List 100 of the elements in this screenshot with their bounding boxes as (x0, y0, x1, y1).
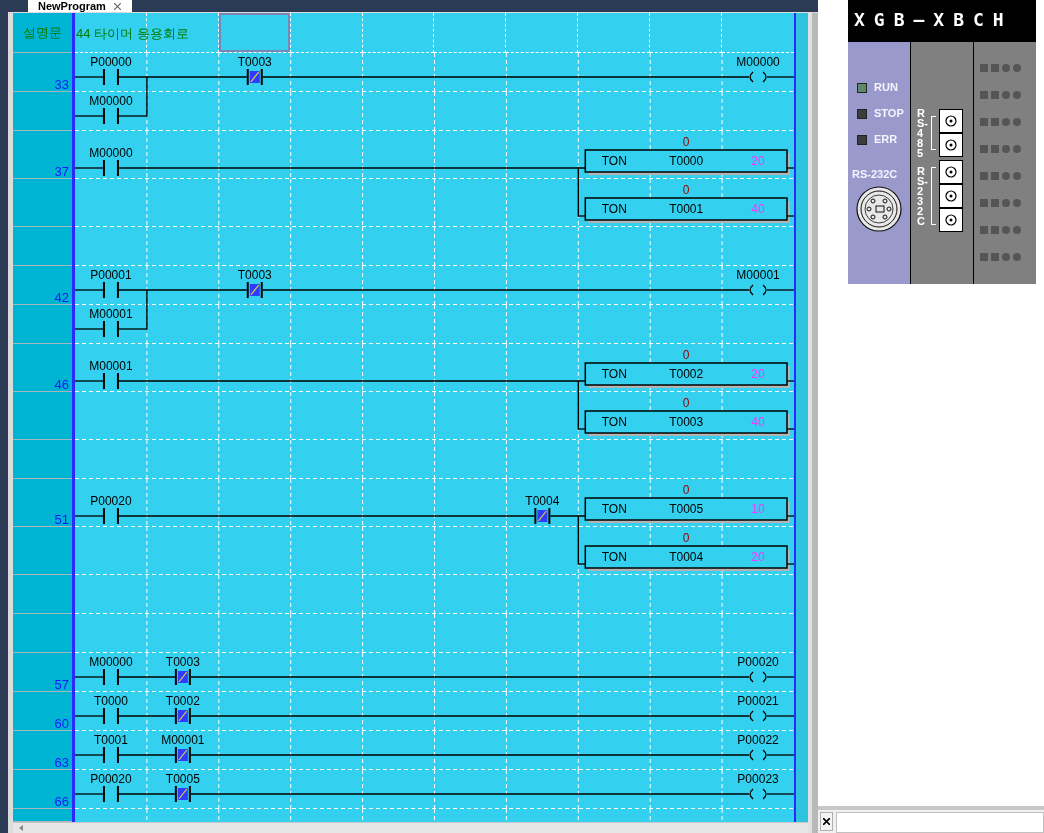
contact-label: P00000 (90, 55, 132, 69)
horizontal-scrollbar[interactable] (13, 822, 808, 833)
editor-margin (796, 13, 808, 53)
timer-address: T0003 (669, 415, 704, 429)
preset-value: 20 (751, 367, 765, 381)
contact-icon (102, 786, 119, 802)
contact-icon (102, 508, 119, 524)
contact-label: P00001 (90, 268, 132, 282)
port-label: RS-485 (917, 108, 928, 158)
coil-label: P00023 (737, 772, 779, 786)
serial-port-icon (856, 186, 902, 232)
model-label: XGB—XBCH (848, 0, 1036, 42)
contact-icon (102, 160, 119, 176)
step-number: 57 (54, 678, 69, 691)
contact-label: T0000 (93, 694, 128, 708)
wire (786, 167, 795, 169)
port-label: RS-232C (852, 169, 899, 180)
coil-label: M00001 (736, 268, 780, 282)
nc-contact-icon (246, 69, 263, 85)
step-cell (13, 575, 72, 614)
current-value: 0 (682, 483, 690, 497)
wire (74, 515, 104, 517)
wire (766, 754, 795, 756)
grid-cell[interactable] (434, 13, 507, 53)
timer-address: T0000 (669, 154, 704, 168)
step-number: 63 (54, 756, 69, 769)
wire (74, 715, 104, 717)
timer-address: T0002 (669, 367, 704, 381)
contact-label: M00001 (89, 359, 133, 373)
wire (74, 289, 104, 291)
contact-icon (102, 282, 119, 298)
wire (786, 428, 795, 430)
nc-contact-icon (174, 786, 191, 802)
coil-icon (749, 71, 767, 83)
contact-label: M00000 (89, 146, 133, 160)
timer-address: T0001 (669, 202, 704, 216)
contact-label: M00001 (161, 733, 205, 747)
step-number: 42 (54, 291, 69, 304)
output-field[interactable] (836, 812, 1044, 833)
tab[interactable]: NewProgram (28, 0, 132, 12)
grid-cell[interactable] (362, 13, 435, 53)
step-number: 33 (54, 78, 69, 91)
nc-contact-icon (174, 669, 191, 685)
bracket-icon (931, 116, 936, 150)
close-icon[interactable] (823, 818, 830, 825)
coil-label: M00000 (736, 55, 780, 69)
wire (766, 76, 795, 78)
grid-cell[interactable] (506, 13, 579, 53)
wire (766, 676, 795, 678)
terminal-icon (939, 184, 963, 208)
terminal-icon (939, 109, 963, 133)
contact-label: P00020 (90, 494, 132, 508)
wire (766, 715, 795, 717)
contact-icon (102, 373, 119, 389)
close-button[interactable] (820, 812, 833, 831)
grid-cell[interactable] (290, 13, 363, 53)
led-label: ERR (874, 134, 898, 145)
scroll-left-icon[interactable] (19, 825, 23, 831)
wire (74, 328, 104, 330)
contact-label: T0005 (165, 772, 200, 786)
current-value: 0 (682, 396, 690, 410)
contact-icon (102, 69, 119, 85)
wire (786, 380, 795, 382)
contact-label: M00001 (89, 307, 133, 321)
coil-icon (749, 710, 767, 722)
wire (549, 515, 586, 517)
wire (118, 715, 176, 717)
wire (786, 215, 795, 217)
grid-cell[interactable] (650, 13, 722, 53)
wire (577, 563, 586, 565)
nc-contact-icon (534, 508, 551, 524)
grid-cell[interactable] (578, 13, 651, 53)
preset-value: 20 (751, 550, 765, 564)
timer-address: T0004 (669, 550, 704, 564)
step-number: 60 (54, 717, 69, 730)
wire (74, 167, 104, 169)
wire (766, 793, 795, 795)
coil-label: P00022 (737, 733, 779, 747)
wire (74, 754, 104, 756)
grid-cell[interactable] (218, 13, 291, 53)
step-number: 66 (54, 795, 69, 808)
coil-label: P00021 (737, 694, 779, 708)
terminal-icon (939, 160, 963, 184)
preset-value: 40 (751, 415, 765, 429)
contact-icon (102, 108, 119, 124)
wire (118, 754, 176, 756)
coil-label: P00020 (737, 655, 779, 669)
wire (74, 676, 104, 678)
coil-icon (749, 671, 767, 683)
wire (74, 380, 104, 382)
wire (74, 76, 104, 78)
instruction-text: TON (601, 550, 627, 564)
preset-value: 20 (751, 154, 765, 168)
terminal-icon (939, 133, 963, 157)
wire (74, 793, 104, 795)
contact-label: T0002 (165, 694, 200, 708)
nc-contact-icon (246, 282, 263, 298)
wire (118, 328, 148, 330)
contact-icon (102, 321, 119, 337)
port-label: RS-232C (917, 166, 928, 226)
